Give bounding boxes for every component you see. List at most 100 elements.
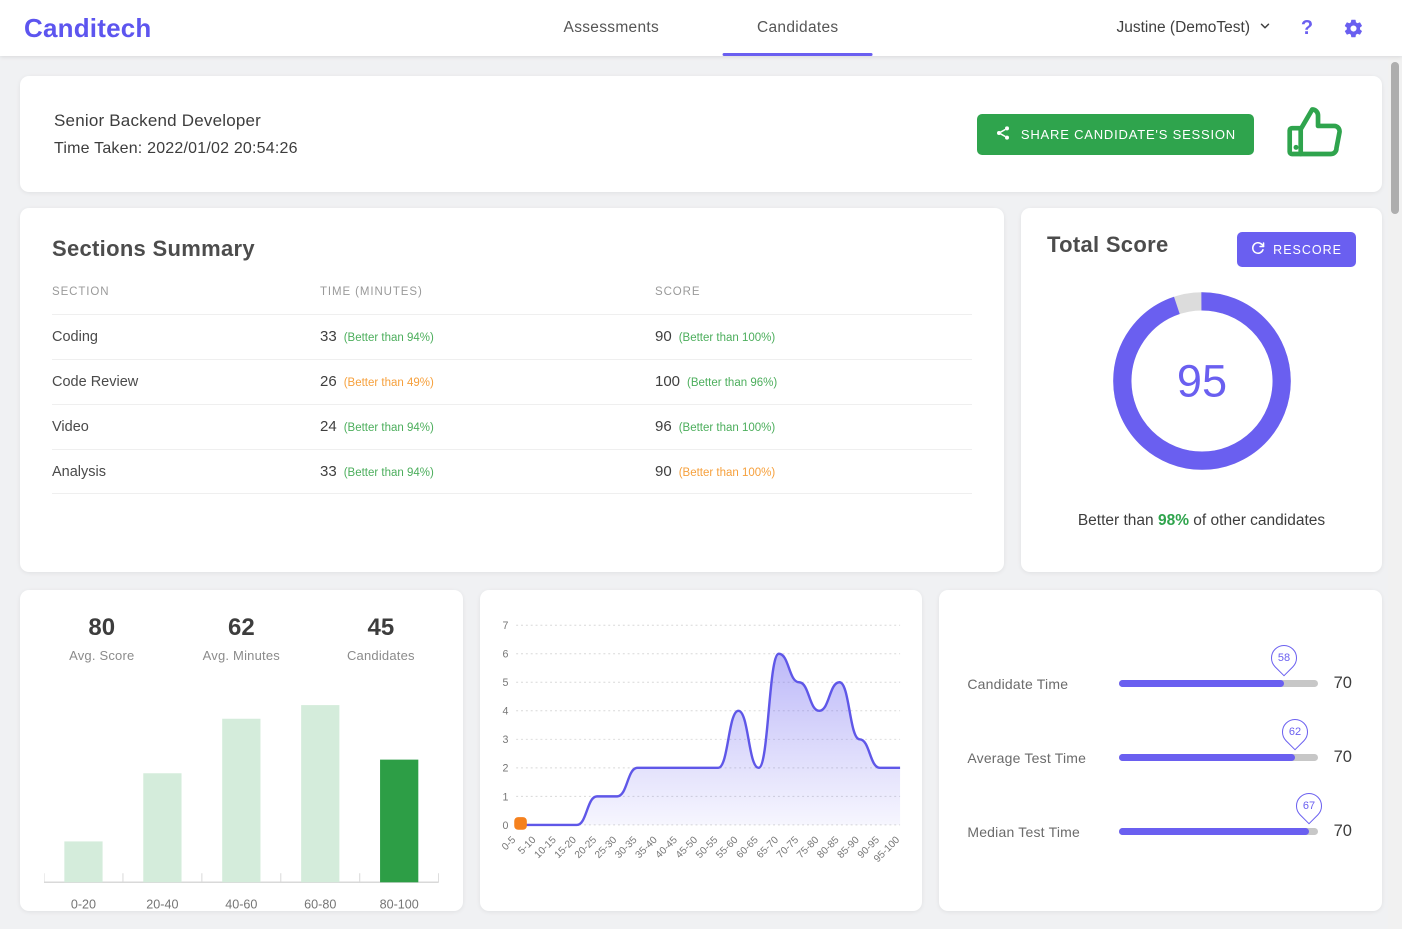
svg-text:1: 1 [502,791,508,803]
time-cell: 26(Better than 49%) [320,373,655,391]
svg-text:75-80: 75-80 [795,835,821,861]
rescore-button[interactable]: RESCORE [1237,232,1356,267]
time-cell: 24(Better than 94%) [320,418,655,436]
svg-text:7: 7 [502,620,508,632]
section-name: Code Review [52,374,320,390]
slider-fill [1119,754,1295,761]
score-percentile: (Better than 100%) [679,467,776,479]
slider-average-test-time: Average Test Time6270 [967,748,1352,767]
score-percentile: (Better than 96%) [687,377,777,389]
score-percentile: (Better than 100%) [679,332,776,344]
user-menu[interactable]: Justine (DemoTest) [1116,19,1272,38]
svg-text:4: 4 [502,706,508,718]
score-distribution-card: 80Avg. Score62Avg. Minutes45Candidates 0… [20,590,463,911]
svg-text:0: 0 [502,820,508,832]
stats-row: 80Avg. Score62Avg. Minutes45Candidates [32,614,451,663]
help-icon[interactable]: ? [1296,17,1318,39]
bar-60-80 [301,705,339,882]
slider-max-value: 70 [1334,822,1352,841]
svg-text:15-20: 15-20 [552,835,578,861]
table-header: SECTIONTIME (MINUTES)SCORE [52,286,972,314]
svg-text:10-15: 10-15 [532,835,558,861]
svg-text:80-85: 80-85 [815,835,841,861]
time-percentile: (Better than 94%) [344,422,434,434]
column-header-1: TIME (MINUTES) [320,286,655,298]
svg-text:0-20: 0-20 [71,897,96,911]
time-cell: 33(Better than 94%) [320,463,655,481]
main-content: Senior Backend Developer Time Taken: 202… [0,76,1402,911]
time-percentile: (Better than 94%) [344,332,434,344]
share-session-button[interactable]: SHARE CANDIDATE'S SESSION [977,114,1254,155]
slider-label: Average Test Time [967,750,1109,766]
stat-avg-minutes: 62Avg. Minutes [172,614,312,663]
slider-label: Median Test Time [967,824,1109,840]
refresh-icon [1251,241,1265,258]
section-name: Analysis [52,464,320,480]
slider-median-test-time: Median Test Time6770 [967,822,1352,841]
svg-text:25-30: 25-30 [593,835,619,861]
total-score-card: Total Score RESCORE 95 Better than 98% o… [1021,208,1382,572]
slider-value-pin: 58 [1265,640,1302,677]
score-cell: 96(Better than 100%) [655,418,972,436]
slider-max-value: 70 [1334,674,1352,693]
time-sliders: Candidate Time5870 Average Test Time6270 M… [967,674,1352,841]
svg-text:70-75: 70-75 [775,835,801,861]
time-cell: 33(Better than 94%) [320,328,655,346]
percentile-caption: Better than 98% of other candidates [1047,512,1356,530]
svg-text:40-60: 40-60 [225,897,257,911]
score-histogram-card: 012345670-55-1010-1515-2020-2525-3030-35… [480,590,923,911]
table-row: Coding33(Better than 94%)90(Better than … [52,314,972,359]
slider-fill [1119,680,1283,687]
chevron-down-icon [1258,19,1272,38]
tab-candidates[interactable]: Candidates [723,0,872,56]
svg-text:45-50: 45-50 [674,835,700,861]
score-percentile: (Better than 100%) [679,422,776,434]
svg-text:6: 6 [502,649,508,661]
svg-text:55-60: 55-60 [714,835,740,861]
tab-assessments[interactable]: Assessments [530,0,693,56]
column-header-0: SECTION [52,286,320,298]
svg-text:85-90: 85-90 [835,835,861,861]
table-row: Video24(Better than 94%)96(Better than 1… [52,404,972,449]
thumbs-up-icon [1282,99,1348,170]
sections-summary-card: Sections Summary SECTIONTIME (MINUTES)SC… [20,208,1004,572]
nav-right: Justine (DemoTest) ? [1116,17,1378,39]
table-body: Coding33(Better than 94%)90(Better than … [52,314,972,494]
time-comparison-card: Candidate Time5870 Average Test Time6270 M… [939,590,1382,911]
gear-icon[interactable] [1342,17,1364,39]
sections-summary-table: SECTIONTIME (MINUTES)SCORE Coding33(Bett… [52,286,972,494]
slider-candidate-time: Candidate Time5870 [967,674,1352,693]
time-percentile: (Better than 94%) [344,467,434,479]
svg-text:20-40: 20-40 [146,897,178,911]
stat-avg-score: 80Avg. Score [32,614,172,663]
section-name: Coding [52,329,320,345]
svg-text:60-80: 60-80 [304,897,336,911]
total-score-title: Total Score [1047,232,1168,258]
svg-text:30-35: 30-35 [613,835,639,861]
table-row: Code Review26(Better than 49%)100(Better… [52,359,972,404]
svg-text:35-40: 35-40 [633,835,659,861]
total-score-donut: 95 [1106,285,1298,482]
slider-max-value: 70 [1334,748,1352,767]
svg-text:0-5: 0-5 [500,835,518,853]
user-menu-label: Justine (DemoTest) [1116,19,1250,37]
canditech-logo[interactable]: Canditech [24,13,151,44]
candidate-info: Senior Backend Developer Time Taken: 202… [54,111,298,158]
svg-text:50-55: 50-55 [694,835,720,861]
scrollbar-thumb[interactable] [1391,62,1399,214]
svg-text:60-65: 60-65 [734,835,760,861]
svg-text:80-100: 80-100 [380,897,419,911]
svg-text:65-70: 65-70 [754,835,780,861]
candidate-bucket-marker [514,817,527,830]
slider-value-pin: 67 [1291,788,1328,825]
top-nav: Canditech Assessments Candidates Justine … [0,0,1402,56]
score-histogram-chart: 012345670-55-1010-1515-2020-2525-3030-35… [490,600,913,891]
bar-80-100 [380,760,418,883]
assessment-title: Senior Backend Developer [54,111,298,131]
sections-summary-title: Sections Summary [52,236,972,262]
svg-text:2: 2 [502,763,508,775]
time-taken: Time Taken: 2022/01/02 20:54:26 [54,140,298,158]
score-cell: 90(Better than 100%) [655,328,972,346]
score-cell: 90(Better than 100%) [655,463,972,481]
svg-text:40-45: 40-45 [653,835,679,861]
